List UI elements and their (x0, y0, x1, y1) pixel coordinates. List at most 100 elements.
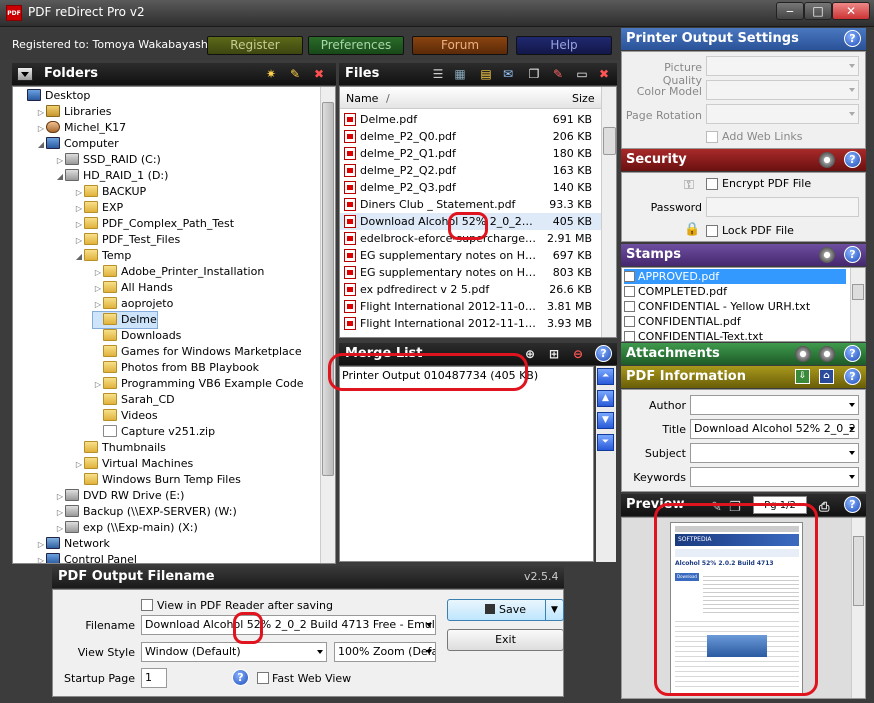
collapse-folders-button[interactable] (17, 67, 33, 81)
merge-list[interactable]: Printer Output 010487734 (405 KB) (339, 366, 594, 562)
save-dropdown-icon[interactable]: ▼ (545, 600, 563, 620)
merge-help-icon[interactable]: ? (595, 345, 612, 362)
stamp-item[interactable]: CONFIDENTIAL-Text.txt (624, 329, 846, 344)
folder-tree-item[interactable]: ▷ aoprojeto (93, 296, 173, 312)
file-row[interactable]: delme_P2_Q2.pdf 163 KB (340, 162, 602, 179)
password-input[interactable] (706, 197, 859, 217)
rename-file-icon[interactable]: ▭ (573, 66, 591, 82)
lock-pdf-checkbox[interactable] (706, 225, 718, 237)
file-row[interactable]: Delme.pdf 691 KB (340, 111, 602, 128)
folder-tree-item[interactable]: ▷ EXP (74, 200, 123, 216)
email-icon[interactable]: ✉ (499, 66, 517, 82)
expand-arrow-icon[interactable]: ▷ (74, 457, 84, 473)
name-column-header[interactable]: Name (346, 92, 378, 105)
add-web-links-checkbox[interactable] (706, 131, 718, 143)
folder-tree-item[interactable]: ◢ HD_RAID_1 (D:) (55, 168, 168, 184)
stamp-checkbox[interactable] (624, 271, 635, 282)
stamps-help-icon[interactable]: ? (844, 246, 861, 263)
move-down-icon[interactable]: ▼ (597, 412, 614, 429)
stamps-list[interactable]: APPROVED.pdf COMPLETED.pdf CONFIDENTIAL - … (621, 267, 866, 344)
preview-scroll-thumb[interactable] (853, 536, 864, 606)
file-row[interactable]: ex pdfredirect v 2 5.pdf 26.6 KB (340, 281, 602, 298)
expand-arrow-icon[interactable]: ▷ (74, 185, 84, 201)
folder-tree-item[interactable]: ▷ Virtual Machines (74, 456, 193, 472)
copy-file-icon[interactable]: ❐ (525, 66, 543, 82)
expand-arrow-icon[interactable]: ▷ (55, 153, 65, 169)
folder-tree-item[interactable]: Desktop (17, 88, 90, 104)
forum-button[interactable]: Forum (412, 36, 508, 55)
startup-page-input[interactable]: 1 (141, 668, 167, 688)
folder-tree-item[interactable]: ◢ Computer (36, 136, 119, 152)
preview-scrollbar[interactable] (851, 518, 865, 698)
expand-arrow-icon[interactable]: ▷ (55, 489, 65, 505)
folder-tree-item[interactable]: Delme (92, 311, 158, 329)
folder-tree-item[interactable]: Videos (93, 408, 158, 424)
stamp-item[interactable]: CONFIDENTIAL.pdf (624, 314, 846, 329)
folder-tree-item[interactable]: ▷ SSD_RAID (C:) (55, 152, 161, 168)
files-scrollbar[interactable] (601, 87, 616, 337)
color-model-select[interactable] (706, 80, 859, 100)
stamp-checkbox[interactable] (624, 316, 635, 327)
expand-arrow-icon[interactable]: ▷ (74, 217, 84, 233)
folder-tree-item[interactable]: ▷ PDF_Complex_Path_Test (74, 216, 234, 232)
stamps-scrollbar[interactable] (850, 268, 865, 341)
stamp-checkbox[interactable] (624, 286, 635, 297)
folder-tree-scroll-thumb[interactable] (322, 102, 334, 476)
maximize-button[interactable]: □ (804, 2, 832, 20)
file-row[interactable]: Diners Club _ Statement.pdf 93.3 KB (340, 196, 602, 213)
expand-arrow-icon[interactable]: ◢ (36, 137, 46, 153)
rename-folder-icon[interactable]: ✎ (286, 66, 304, 82)
size-column-header[interactable]: Size (572, 92, 595, 105)
delete-folder-icon[interactable]: ✖ (310, 66, 328, 82)
expand-arrow-icon[interactable]: ◢ (55, 169, 65, 185)
delete-file-icon[interactable]: ✖ (595, 66, 613, 82)
expand-arrow-icon[interactable]: ▷ (55, 505, 65, 521)
view-in-reader-checkbox[interactable] (141, 599, 153, 611)
folder-tree-item[interactable]: ◢ Temp (74, 248, 131, 264)
file-row[interactable]: EG supplementary notes on Hull ... 697 KB (340, 247, 602, 264)
file-row[interactable]: delme_P2_Q3.pdf 140 KB (340, 179, 602, 196)
expand-arrow-icon[interactable]: ▷ (93, 281, 103, 297)
attachments-help-icon[interactable]: ? (844, 345, 861, 362)
expand-arrow-icon[interactable]: ▷ (36, 121, 46, 137)
folder-tree-item[interactable]: ▷ DVD RW Drive (E:) (55, 488, 184, 504)
stamp-checkbox[interactable] (624, 331, 635, 342)
folder-tree-item[interactable]: ▷ Backup (\\EXP-SERVER) (W:) (55, 504, 237, 520)
fast-web-view-checkbox[interactable] (257, 672, 269, 684)
folder-tree[interactable]: Desktop ▷ Libraries ▷ Michel_K17 ◢ Computer ▷ SS… (12, 86, 336, 564)
folder-tree-item[interactable]: Capture v251.zip (93, 424, 215, 440)
preferences-button[interactable]: Preferences (308, 36, 404, 55)
expand-arrow-icon[interactable]: ▷ (36, 553, 46, 563)
import-info-icon[interactable]: ⇩ (795, 369, 810, 384)
help-button[interactable]: Help (516, 36, 612, 55)
stamp-item[interactable]: APPROVED.pdf (624, 269, 846, 284)
zoom-select[interactable]: 100% Zoom (Default) (334, 642, 436, 662)
author-input[interactable] (690, 395, 859, 415)
remove-attachment-icon[interactable] (819, 346, 835, 362)
folder-tree-item[interactable]: ▷ Libraries (36, 104, 112, 120)
print-icon[interactable]: ⎙ (819, 497, 835, 515)
folder-tree-item[interactable]: ▷ Michel_K17 (36, 120, 126, 136)
security-gear-icon[interactable] (819, 152, 835, 168)
register-button[interactable]: Register (207, 36, 303, 55)
stamp-item[interactable]: CONFIDENTIAL - Yellow URH.txt (624, 299, 846, 314)
folder-tree-item[interactable]: Thumbnails (74, 440, 166, 456)
preview-help-icon[interactable]: ? (844, 496, 861, 513)
expand-arrow-icon[interactable]: ◢ (74, 249, 84, 265)
details-view-icon[interactable]: ☰ (429, 66, 447, 82)
expand-arrow-icon[interactable]: ▷ (74, 233, 84, 249)
home-info-icon[interactable]: ⌂ (819, 369, 834, 384)
file-row[interactable]: Flight International 2012-11-13.pdf 3.93 … (340, 315, 602, 332)
subject-input[interactable] (690, 443, 859, 463)
pdf-info-help-icon[interactable]: ? (844, 368, 861, 385)
expand-arrow-icon[interactable]: ▷ (93, 377, 103, 393)
title-input[interactable]: Download Alcohol 52% 2_0_2 (690, 419, 859, 439)
files-scroll-thumb[interactable] (603, 127, 616, 155)
folder-tree-item[interactable]: Sarah_CD (93, 392, 175, 408)
folder-tree-item[interactable]: Photos from BB Playbook (93, 360, 259, 376)
view-style-select[interactable]: Window (Default) (141, 642, 327, 662)
move-up-icon[interactable]: ▲ (597, 390, 614, 407)
file-row[interactable]: delme_P2_Q1.pdf 180 KB (340, 145, 602, 162)
printer-help-icon[interactable]: ? (844, 30, 861, 47)
save-button[interactable]: Save ▼ (447, 599, 564, 621)
